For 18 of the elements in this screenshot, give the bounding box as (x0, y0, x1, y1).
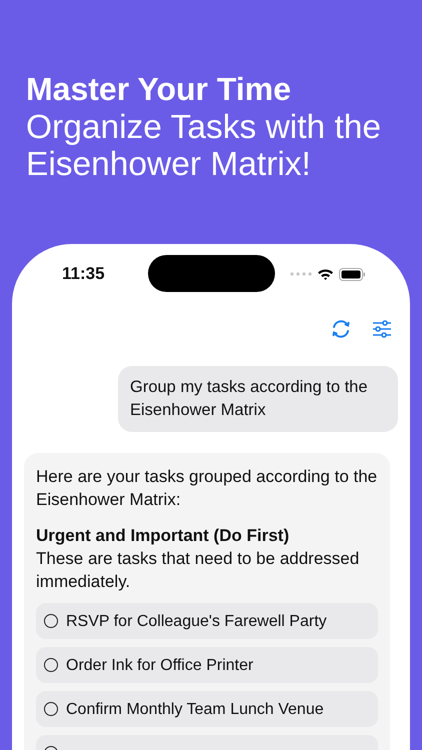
headline-title: Master Your Time (26, 71, 292, 108)
task-row[interactable]: Order Ink for Office Printer (36, 647, 378, 683)
refresh-icon[interactable] (330, 318, 352, 340)
user-message: Group my tasks according to the Eisenhower Matrix (118, 366, 398, 432)
task-label: RSVP for Colleague's Farewell Party (66, 612, 327, 632)
task-row[interactable]: RSVP for Colleague's Farewell Party (36, 603, 378, 639)
section-title: Urgent and Important (Do First) (36, 525, 290, 547)
signal-icon (290, 272, 312, 276)
wifi-icon (317, 268, 334, 280)
reply-intro: Here are your tasks grouped according to the Eisenhower Matrix: (36, 466, 378, 511)
task-label: Confirm Monthly Team Lunch Venue (66, 700, 324, 720)
task-row[interactable]: Confirm Monthly Team Lunch Venue (36, 691, 378, 727)
task-label: Order Ink for Office Printer (66, 656, 254, 676)
settings-icon[interactable] (372, 320, 392, 338)
section-text: These are tasks that need to be addressed immediately. (36, 548, 360, 593)
battery-icon (339, 268, 366, 280)
status-time: 11:35 (62, 264, 105, 284)
headline-subtitle: Organize Tasks with the Eisenhower Matrix! (26, 108, 382, 184)
